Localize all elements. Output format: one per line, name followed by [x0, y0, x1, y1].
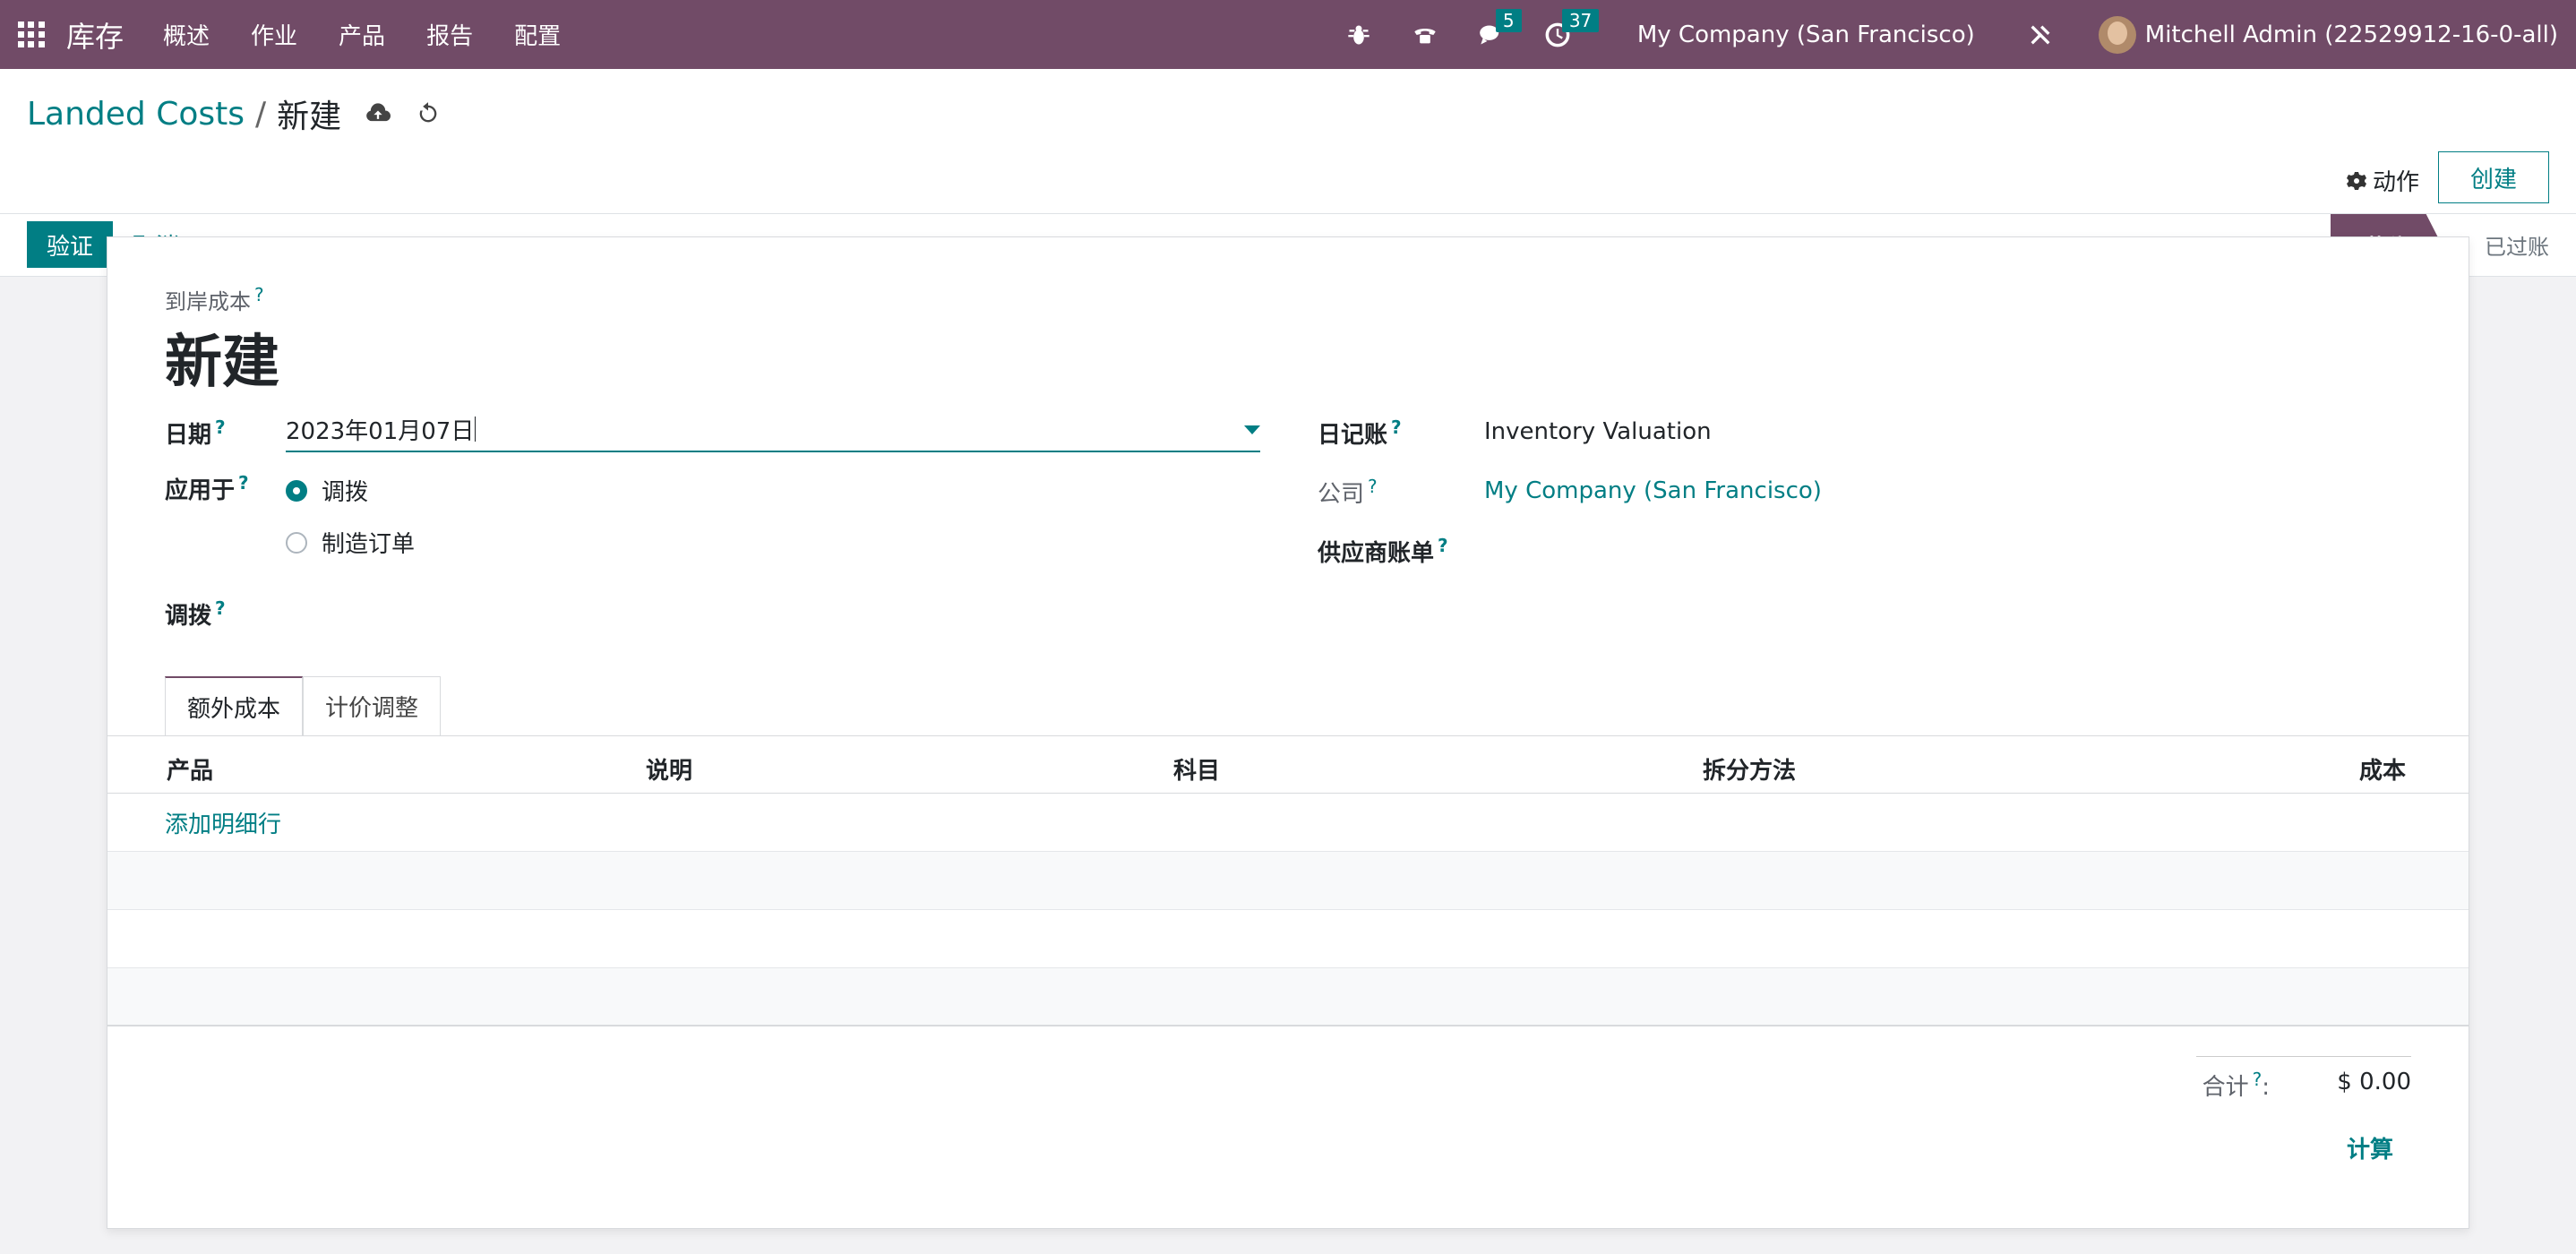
menu-configuration[interactable]: 配置 [514, 18, 561, 51]
journal-value[interactable]: Inventory Valuation [1484, 418, 1712, 445]
apply-on-label: 应用于? [165, 472, 249, 505]
company-help[interactable]: ? [1368, 476, 1378, 497]
column-cost[interactable]: 成本 [2359, 752, 2406, 786]
total-separator [2196, 1056, 2411, 1057]
compute-button[interactable]: 计算 [2347, 1131, 2393, 1164]
save-cloud-icon[interactable] [365, 100, 391, 127]
radio-transfers[interactable]: 调拨 [286, 474, 368, 507]
cost-lines-table: 产品 说明 科目 拆分方法 成本 添加明细行 [107, 736, 2469, 1026]
discard-undo-icon[interactable] [415, 100, 442, 127]
help-tooltip[interactable]: ? [254, 284, 264, 305]
add-line-link[interactable]: 添加明细行 [165, 806, 281, 839]
column-product[interactable]: 产品 [167, 752, 213, 786]
messages-badge: 5 [1495, 8, 1522, 32]
activities-badge: 37 [1561, 8, 1600, 32]
date-dropdown-caret-icon[interactable] [1244, 425, 1260, 434]
apply-on-help[interactable]: ? [238, 472, 249, 494]
app-brand[interactable]: 库存 [66, 14, 124, 56]
total-colon: : [2262, 1074, 2270, 1101]
radio-manufacturing-label: 制造订单 [322, 531, 416, 558]
journal-help[interactable]: ? [1391, 417, 1402, 438]
table-row [107, 852, 2469, 910]
radio-checked-icon[interactable] [286, 479, 307, 502]
apps-grid-icon[interactable] [18, 21, 45, 48]
breadcrumb-parent-link[interactable]: Landed Costs [27, 96, 245, 133]
date-value: 2023年01月07日 [286, 417, 475, 445]
user-menu[interactable]: Mitchell Admin (22529912-16-0-all) [2145, 21, 2558, 48]
bug-icon[interactable] [1345, 21, 1372, 48]
total-help[interactable]: ? [2253, 1069, 2263, 1090]
table-row [107, 968, 2469, 1026]
menu-products[interactable]: 产品 [339, 18, 385, 51]
column-description[interactable]: 说明 [646, 752, 692, 786]
chat-icon[interactable]: 5 [1478, 8, 1522, 48]
validate-button[interactable]: 验证 [27, 221, 114, 268]
total-value: $ 0.00 [2337, 1069, 2411, 1095]
create-button[interactable]: 创建 [2438, 151, 2549, 203]
transfers-help[interactable]: ? [215, 597, 226, 619]
date-input[interactable]: 2023年01月07日 [286, 408, 1260, 452]
record-title: 新建 [165, 330, 279, 396]
transfers-label-text: 调拨 [165, 603, 212, 630]
column-split-method[interactable]: 拆分方法 [1703, 752, 1796, 786]
tools-icon[interactable] [2027, 21, 2054, 48]
breadcrumb: Landed Costs / 新建 [27, 90, 442, 137]
table-row: 添加明细行 [107, 794, 2469, 852]
company-switcher[interactable]: My Company (San Francisco) [1637, 21, 1975, 48]
actions-label: 动作 [2372, 169, 2419, 196]
phone-icon[interactable] [1412, 21, 1438, 48]
column-account[interactable]: 科目 [1173, 752, 1220, 786]
journal-label: 日记账? [1318, 417, 1402, 450]
date-help[interactable]: ? [215, 417, 226, 438]
tab-additional-costs[interactable]: 额外成本 [165, 676, 304, 735]
transfers-label: 调拨? [165, 597, 226, 631]
top-navbar: 库存 概述 作业 产品 报告 配置 5 37 My Company (San F… [0, 0, 2576, 69]
total-label: 合计?: [2202, 1069, 2270, 1102]
date-label: 日期? [165, 417, 226, 450]
table-header: 产品 说明 科目 拆分方法 成本 [107, 736, 2469, 794]
journal-label-text: 日记账 [1318, 422, 1388, 449]
breadcrumb-separator: / [255, 95, 267, 133]
control-panel: Landed Costs / 新建 动作 创建 [0, 69, 2576, 214]
tab-valuation-adjustments[interactable]: 计价调整 [303, 676, 442, 735]
vendor-bill-help[interactable]: ? [1438, 535, 1448, 556]
vendor-bill-label-text: 供应商账单 [1318, 540, 1435, 567]
clock-icon[interactable]: 37 [1544, 8, 1600, 48]
navbar-systray: 5 37 My Company (San Francisco) Mitchell… [1326, 8, 2558, 54]
menu-overview[interactable]: 概述 [163, 18, 210, 51]
table-row [107, 910, 2469, 968]
user-avatar[interactable] [2098, 15, 2136, 54]
vendor-bill-label: 供应商账单? [1318, 535, 1448, 568]
breadcrumb-current: 新建 [277, 99, 342, 135]
company-label-text: 公司 [1318, 481, 1365, 508]
stage-posted[interactable]: 已过账 [2485, 214, 2549, 275]
company-label: 公司? [1318, 476, 1378, 509]
record-type-text: 到岸成本 [165, 289, 251, 314]
total-label-text: 合计 [2202, 1074, 2249, 1101]
company-value-link[interactable]: My Company (San Francisco) [1484, 477, 1822, 504]
apply-on-label-text: 应用于 [165, 477, 236, 504]
form-sheet: 到岸成本? 新建 日期? 2023年01月07日 应用于? 调拨 制造订单 调拨… [107, 236, 2469, 1229]
date-label-text: 日期 [165, 422, 212, 449]
radio-unchecked-icon[interactable] [286, 531, 307, 554]
radio-transfers-label: 调拨 [322, 479, 369, 506]
record-type-label: 到岸成本? [165, 284, 264, 315]
gear-icon [2346, 171, 2366, 190]
notebook-tabs: 额外成本 计价调整 [165, 676, 442, 735]
menu-reporting[interactable]: 报告 [426, 18, 473, 51]
menu-operations[interactable]: 作业 [251, 18, 297, 51]
radio-manufacturing-orders[interactable]: 制造订单 [286, 526, 415, 559]
actions-dropdown[interactable]: 动作 [2346, 164, 2419, 197]
